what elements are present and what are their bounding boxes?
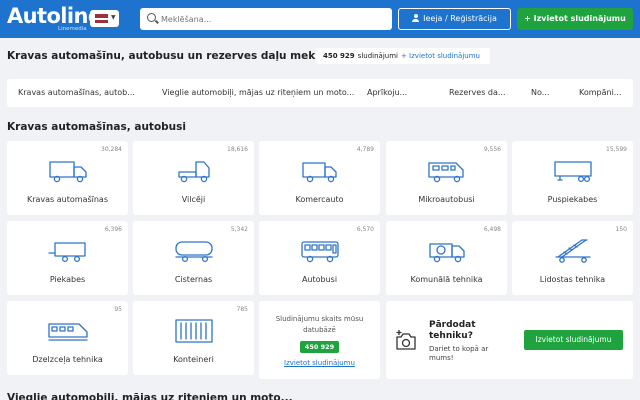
search-input[interactable] bbox=[161, 11, 387, 27]
login-register-button[interactable]: Ieeja / Reģistrācija bbox=[398, 8, 511, 30]
listing-count-label: sludinājumi bbox=[357, 52, 398, 60]
category-card-railway[interactable]: 95 Dzelzceļa tehnika bbox=[7, 301, 128, 375]
sell-title: Pārdodat tehniku? bbox=[429, 320, 476, 341]
card-count: 9,556 bbox=[483, 146, 501, 153]
card-count: 6,498 bbox=[483, 226, 501, 233]
card-count: 30,284 bbox=[101, 146, 122, 153]
user-icon bbox=[412, 14, 420, 22]
language-selector[interactable]: ▼ bbox=[90, 10, 119, 27]
category-card-containers[interactable]: 785 Konteineri bbox=[133, 301, 254, 375]
card-label: Cisternas bbox=[174, 275, 213, 284]
tractor-unit-icon bbox=[173, 158, 215, 184]
search-box[interactable] bbox=[140, 8, 392, 30]
sell-promo-card: Pārdodat tehniku? Dariet to kopā ar mums… bbox=[386, 301, 633, 379]
category-card-buses[interactable]: 6,570 Autobusi bbox=[259, 221, 380, 295]
post-ad-button[interactable]: + Izvietot sludinājumu bbox=[517, 8, 633, 30]
category-card-tractor-units[interactable]: 18,616 Vilcēji bbox=[133, 141, 254, 215]
card-count: 785 bbox=[236, 306, 248, 313]
tab-companies[interactable]: Kompāni... bbox=[579, 79, 633, 107]
caret-down-icon: ▼ bbox=[111, 14, 116, 21]
card-label: Vilcēji bbox=[181, 195, 206, 204]
stats-text: Sludinājumu skaits mūsu datubāzē bbox=[275, 315, 364, 334]
login-label: Ieeja / Reģistrācija bbox=[423, 14, 497, 23]
card-label: Komercauto bbox=[295, 195, 344, 204]
card-count: 95 bbox=[114, 306, 122, 313]
card-label: Kravas automašīnas bbox=[26, 195, 108, 204]
card-count: 18,616 bbox=[227, 146, 248, 153]
latvia-flag-icon bbox=[95, 14, 108, 23]
section-title: Kravas automašīnas, autobusi bbox=[7, 121, 186, 133]
stats-count-badge: 450 929 bbox=[300, 341, 339, 353]
municipal-truck-icon bbox=[426, 238, 468, 264]
logo-subtitle: Linemedia bbox=[58, 26, 87, 32]
category-card-municipal[interactable]: 6,498 Komunālā tehnika bbox=[386, 221, 507, 295]
camera-plus-icon bbox=[395, 329, 417, 351]
next-section-title: Vieglie automobiļi, mājas uz riteņiem un… bbox=[7, 392, 293, 400]
airport-stairs-icon bbox=[552, 238, 594, 264]
semi-trailer-icon bbox=[552, 158, 594, 184]
category-card-minibuses[interactable]: 9,556 Mikroautobusi bbox=[386, 141, 507, 215]
post-ad-link[interactable]: + Izvietot sludinājumu bbox=[401, 52, 480, 60]
category-card-semi-trailers[interactable]: 15,599 Puspiekabes bbox=[512, 141, 633, 215]
listing-count-box: 450 929 sludinājumi + Izvietot sludinājumu bbox=[316, 48, 490, 64]
category-card-airport[interactable]: 150 Lidostas tehnika bbox=[512, 221, 633, 295]
card-label: Puspiekabes bbox=[547, 195, 598, 204]
card-label: Konteineri bbox=[173, 355, 214, 364]
train-icon bbox=[47, 318, 89, 344]
minibus-icon bbox=[426, 158, 468, 184]
card-count: 15,599 bbox=[606, 146, 627, 153]
search-icon bbox=[147, 13, 156, 22]
card-count: 4,789 bbox=[356, 146, 374, 153]
card-label: Piekabes bbox=[49, 275, 86, 284]
logo[interactable]: Autoline bbox=[7, 5, 102, 27]
top-header: Autoline Linemedia ▼ Ieeja / Reģistrācij… bbox=[0, 0, 640, 38]
stats-card: Sludinājumu skaits mūsu datubāzē 450 929… bbox=[259, 301, 380, 379]
sell-post-button[interactable]: Izvietot sludinājumu bbox=[524, 330, 623, 350]
tab-spare-parts[interactable]: Rezerves da... bbox=[449, 79, 512, 107]
stats-post-link[interactable]: Izvietot sludinājumu bbox=[259, 359, 380, 367]
card-count: 6,570 bbox=[356, 226, 374, 233]
tab-trucks-buses[interactable]: Kravas automašīnas, autob... bbox=[18, 79, 140, 107]
tank-icon bbox=[173, 238, 215, 264]
category-card-tanks[interactable]: 5,342 Cisternas bbox=[133, 221, 254, 295]
tab-equipment[interactable]: Aprīkoju... bbox=[367, 79, 423, 107]
tab-cars-motorhomes[interactable]: Vieglie automobiļi, mājas uz riteņiem un… bbox=[162, 79, 364, 107]
container-icon bbox=[173, 318, 215, 344]
card-label: Lidostas tehnika bbox=[539, 275, 606, 284]
bus-icon bbox=[299, 238, 341, 264]
tab-real-estate[interactable]: No... bbox=[531, 79, 561, 107]
truck-icon bbox=[47, 158, 89, 184]
category-tabs: Kravas automašīnas, autob... Vieglie aut… bbox=[7, 79, 633, 107]
trailer-icon bbox=[47, 238, 89, 264]
category-card-trailers[interactable]: 6,396 Piekabes bbox=[7, 221, 128, 295]
card-label: Komunālā tehnika bbox=[410, 275, 483, 284]
card-count: 5,342 bbox=[230, 226, 248, 233]
category-card-trucks[interactable]: 30,284 Kravas automašīnas bbox=[7, 141, 128, 215]
card-count: 6,396 bbox=[104, 226, 122, 233]
listing-count: 450 929 bbox=[323, 52, 355, 60]
card-label: Dzelzceļa tehnika bbox=[32, 355, 103, 364]
sell-subtitle: Dariet to kopā ar mums! bbox=[429, 345, 489, 362]
light-truck-icon bbox=[299, 158, 341, 184]
card-label: Autobusi bbox=[301, 275, 338, 284]
page-title: Kravas automašīnu, autobusu un rezerves … bbox=[7, 50, 354, 62]
card-label: Mikroautobusi bbox=[418, 195, 475, 204]
card-count: 150 bbox=[615, 226, 627, 233]
category-card-commercial[interactable]: 4,789 Komercauto bbox=[259, 141, 380, 215]
